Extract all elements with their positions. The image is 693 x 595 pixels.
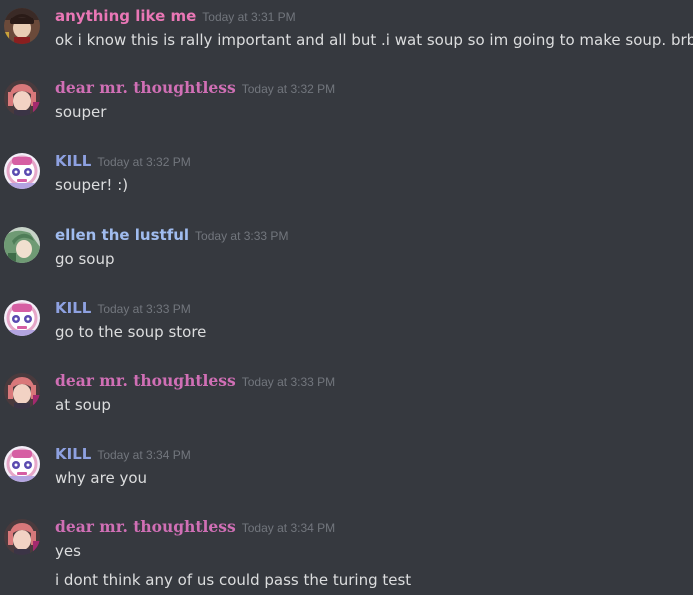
author-name[interactable]: ellen the lustful [55, 226, 189, 244]
author-name[interactable]: dear mr. thoughtless [55, 78, 236, 97]
pink-hair-avatar-icon[interactable] [4, 373, 40, 409]
timestamp: Today at 3:33 PM [97, 302, 191, 316]
chat-message-list: anything like me Today at 3:31 PM ok i kn… [0, 0, 693, 595]
message-text: ok i know this is rally important and al… [55, 31, 693, 49]
timestamp: Today at 3:32 PM [97, 155, 191, 169]
green-hair-avatar-icon[interactable] [4, 227, 40, 263]
message-header: dear mr. thoughtless Today at 3:34 PM [55, 517, 335, 538]
message-text: souper [55, 103, 107, 121]
author-name[interactable]: KILL [55, 445, 91, 463]
message-text: i dont think any of us could pass the tu… [55, 571, 412, 589]
author-name[interactable]: KILL [55, 152, 91, 170]
timestamp: Today at 3:32 PM [241, 82, 336, 96]
timestamp: Today at 3:31 PM [202, 10, 296, 24]
message-text: go to the soup store [55, 323, 207, 341]
message-header: anything like me Today at 3:31 PM [55, 6, 296, 27]
author-name[interactable]: anything like me [55, 7, 196, 25]
pink-hair-avatar-icon[interactable] [4, 80, 40, 116]
message-text: at soup [55, 396, 111, 414]
message-text: yes [55, 542, 81, 560]
author-name[interactable]: dear mr. thoughtless [55, 371, 236, 390]
message-header: dear mr. thoughtless Today at 3:33 PM [55, 371, 335, 392]
message-header: KILL Today at 3:32 PM [55, 151, 191, 172]
message-header: ellen the lustful Today at 3:33 PM [55, 225, 288, 246]
message-text: souper! :) [55, 176, 129, 194]
purple-robot-avatar-icon[interactable] [4, 446, 40, 482]
author-name[interactable]: KILL [55, 299, 91, 317]
timestamp: Today at 3:33 PM [195, 229, 289, 243]
message-header: dear mr. thoughtless Today at 3:32 PM [55, 78, 335, 99]
message-text: go soup [55, 250, 115, 268]
message-header: KILL Today at 3:34 PM [55, 444, 191, 465]
pink-hair-avatar-icon[interactable] [4, 519, 40, 555]
purple-robot-avatar-icon[interactable] [4, 300, 40, 336]
purple-robot-avatar-icon[interactable] [4, 153, 40, 189]
timestamp: Today at 3:34 PM [241, 521, 336, 535]
timestamp: Today at 3:34 PM [97, 448, 191, 462]
author-name[interactable]: dear mr. thoughtless [55, 517, 236, 536]
message-header: KILL Today at 3:33 PM [55, 298, 191, 319]
timestamp: Today at 3:33 PM [241, 375, 336, 389]
dark-hair-avatar-icon[interactable] [4, 8, 40, 44]
message-text: why are you [55, 469, 148, 487]
